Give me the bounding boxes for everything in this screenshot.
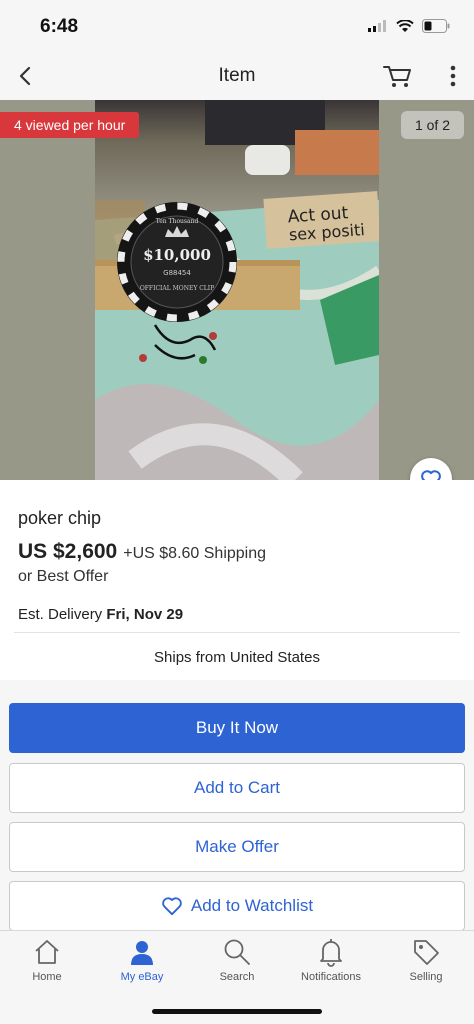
add-to-cart-label: Add to Cart	[194, 778, 280, 797]
more-options-icon[interactable]	[446, 62, 460, 90]
delivery-date: Fri, Nov 29	[106, 606, 184, 623]
price-row: US $2,600 +US $8.60 Shipping	[18, 540, 266, 564]
status-icons	[368, 19, 450, 33]
cart-icon[interactable]	[382, 62, 414, 90]
listing-info: poker chip US $2,600 +US $8.60 Shipping …	[0, 480, 474, 680]
tab-notifications-label: Notifications	[301, 971, 361, 983]
signal-icon	[368, 20, 386, 32]
make-offer-button[interactable]: Make Offer	[9, 822, 465, 872]
person-icon	[131, 941, 153, 965]
tab-home[interactable]: Home	[0, 937, 94, 983]
tab-selling-label: Selling	[409, 971, 443, 983]
tab-notifications[interactable]: Notifications	[284, 937, 378, 983]
estimated-delivery: Est. Delivery Fri, Nov 29	[18, 606, 183, 623]
nav-bar: Item	[0, 52, 474, 100]
poker-chip: Ten Thousand $10,000 G88454 OFFICIAL MON…	[117, 202, 237, 322]
tab-search[interactable]: Search	[190, 937, 284, 983]
item-photo[interactable]: Act out sex positi Ten Thousand $10,000 …	[95, 100, 379, 480]
item-title: poker chip	[18, 508, 102, 528]
chip-value: $10,000	[143, 246, 211, 264]
tab-my-ebay[interactable]: My eBay	[95, 937, 189, 983]
add-to-cart-button[interactable]: Add to Cart	[9, 763, 465, 813]
tab-selling[interactable]: Selling	[379, 937, 473, 983]
bell-icon	[320, 939, 342, 967]
chip-serial: G88454	[163, 269, 191, 277]
chip-top-text: Ten Thousand	[156, 218, 199, 225]
item-price: US $2,600	[18, 540, 118, 563]
buy-it-now-button[interactable]: Buy It Now	[9, 703, 465, 753]
item-image-gallery[interactable]: Act out sex positi Ten Thousand $10,000 …	[0, 100, 474, 480]
home-icon	[35, 940, 59, 964]
heart-outline-icon	[162, 897, 182, 916]
best-offer-text: or Best Offer	[18, 568, 109, 585]
status-bar: 6:48	[0, 0, 474, 52]
chip-bottom-text: OFFICIAL MONEY CLIP	[140, 285, 214, 292]
tag-icon	[414, 940, 439, 965]
status-time: 6:48	[40, 16, 79, 37]
add-to-watchlist-label: Add to Watchlist	[190, 896, 314, 915]
ships-from: Ships from United States	[154, 649, 320, 666]
wifi-icon	[396, 19, 414, 32]
make-offer-label: Make Offer	[195, 837, 279, 856]
buy-it-now-label: Buy It Now	[195, 718, 279, 737]
action-buttons: Buy It Now Add to Cart Make Offer Add to…	[0, 680, 474, 931]
delivery-label: Est. Delivery	[18, 606, 103, 623]
home-indicator	[152, 1009, 322, 1014]
viewed-per-hour-badge: 4 viewed per hour	[0, 112, 140, 138]
tab-search-label: Search	[219, 971, 255, 983]
add-to-watchlist-button[interactable]: Add to Watchlist	[9, 881, 465, 931]
tab-home-label: Home	[32, 971, 62, 983]
search-icon	[224, 939, 250, 965]
tab-my-ebay-label: My eBay	[120, 971, 164, 983]
battery-icon	[422, 19, 450, 33]
shipping-cost: +US $8.60 Shipping	[123, 545, 267, 562]
image-page-indicator: 1 of 2	[400, 111, 464, 139]
divider	[14, 632, 460, 633]
